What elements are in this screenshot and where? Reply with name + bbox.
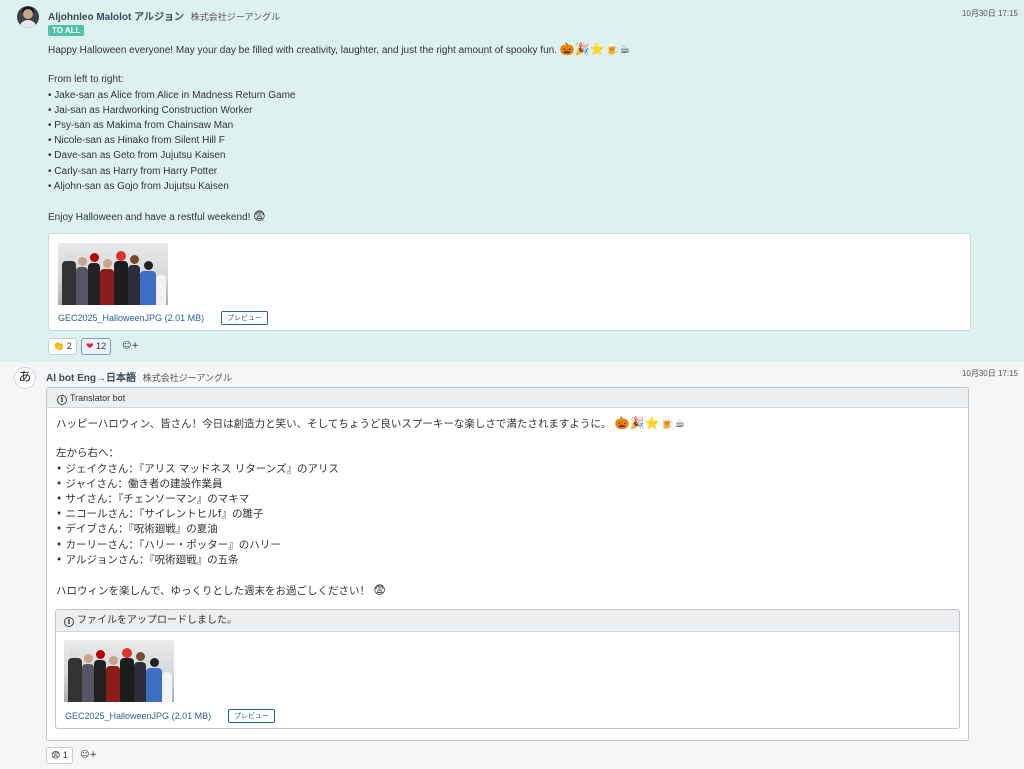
translator-box: i Translator bot ハッピーハロウィン、皆さん！今日は創造力と笑い、… [46,387,969,741]
message-line [48,57,630,72]
message-line: • ニコールさん：『サイレントヒルf』の雛子 [56,508,264,521]
message-line: • Jai-san as Hardworking Construction Wo… [48,104,253,116]
message-line [56,568,685,583]
preview-button[interactable]: プレビュー [221,311,268,325]
scared-emoji: 😨 [253,209,266,224]
message-line: ハッピーハロウィン、皆さん！今日は創造力と笑い、そしてちょうど良いスプーキーな楽… [56,416,686,430]
preview-button[interactable]: プレビュー [228,709,275,723]
message-timestamp: 10月30日 17:15 [961,369,1018,378]
message-timestamp: 10月30日 17:15 [961,9,1018,18]
info-icon: i [64,617,74,627]
message-line: • Psy-san as Makima from Chainsaw Man [48,119,234,131]
message-body: Happy Halloween everyone! May your day b… [48,42,630,224]
sender-name[interactable]: Aljohnleo Malolot アルジョン [48,12,184,23]
message-line: • Dave-san as Geto from Jujutsu Kaisen [48,150,226,162]
reaction-scared[interactable]: 😨 1 [46,747,73,764]
message-line: 左から右へ： [56,447,119,460]
add-reaction-icon: ☺+ [80,750,97,760]
message-line: • ジャイさん：働き者の建設作業員 [56,477,223,490]
heart-icon: ❤ [86,342,94,352]
message-line: Enjoy Halloween and have a restful weeke… [48,209,266,224]
message-line: • アルジョンさん：『呪術廻戦』の五条 [56,553,239,566]
message-header: AI bot Eng→日本語 株式会社ジーアングル [46,369,232,384]
upload-box: i ファイルをアップロードしました。 GEC2025_HalloweenJPG (… [55,609,960,729]
attachment-filename[interactable]: GEC2025_HalloweenJPG (2.01 MB) [58,313,204,323]
message-line [48,194,630,209]
party-emojis: 🎃🎉⭐🍺☕ [614,416,686,430]
party-emojis: 🎃🎉⭐🍺☕ [559,42,631,56]
message-line: Happy Halloween everyone! May your day b… [48,42,631,56]
bot-avatar[interactable]: あ [14,367,36,389]
add-reaction-icon: ☺+ [122,341,139,351]
clap-icon: 👏 [53,342,65,352]
reaction-heart[interactable]: ❤ 12 [81,338,112,355]
attachment-filename[interactable]: GEC2025_HalloweenJPG (2.01 MB) [65,711,211,721]
message-line: • Jake-san as Alice from Alice in Madnes… [48,89,296,101]
info-icon: i [57,395,67,405]
attachment-thumbnail[interactable] [64,640,174,702]
message-line: • カーリーさん：『ハリー・ポッター』のハリー [56,538,281,551]
attachment-thumbnail[interactable] [58,243,168,305]
add-reaction-button[interactable]: ☺+ [118,338,143,355]
upload-box-header: i ファイルをアップロードしました。 [56,610,959,632]
translator-box-header: i Translator bot [47,388,968,408]
scared-face-icon: 😨 [51,751,61,761]
message-line: • デイブさん：『呪術廻戦』の夏油 [56,523,218,536]
message-line [56,431,685,446]
sender-company: 株式会社ジーアングル [142,373,233,383]
user-avatar[interactable] [17,6,39,28]
translated-body: ハッピーハロウィン、皆さん！今日は創造力と笑い、そしてちょうど良いスプーキーな楽… [56,416,685,598]
reaction-clap[interactable]: 👏 2 [48,338,77,355]
message-line: • Aljohn-san as Gojo from Jujutsu Kaisen [48,180,229,192]
add-reaction-button[interactable]: ☺+ [76,747,101,764]
message-line: • Nicole-san as Hinako from Silent Hill … [48,135,225,147]
message-header: Aljohnleo Malolot アルジョン 株式会社ジーアングル [48,8,280,23]
to-all-badge: TO ALL [48,25,85,36]
sender-name[interactable]: AI bot Eng→日本語 [46,373,136,384]
scared-emoji: 😨 [373,583,386,598]
sender-company: 株式会社ジーアングル [190,12,281,22]
attachment-card: GEC2025_HalloweenJPG (2.01 MB) プレビュー [48,233,971,331]
message-line: From left to right: [48,74,124,86]
message-line: • Carly-san as Harry from Harry Potter [48,165,218,177]
message-line: ハロウィンを楽しんで、ゆっくりとした週末をお過ごしください！ 😨 [56,583,386,598]
message-line: • ジェイクさん：『アリス マッドネス リターンズ』のアリス [56,462,340,475]
message-line: • サイさん：『チェンソーマン』のマキマ [56,492,250,505]
message-1: Aljohnleo Malolot アルジョン 株式会社ジーアングル 10月30… [0,0,1024,362]
